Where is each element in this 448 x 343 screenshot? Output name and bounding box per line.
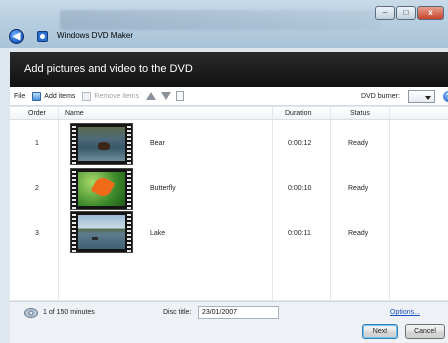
list-row[interactable]: 1 Bear 0:00:12 Ready (10, 122, 448, 167)
window-title: Windows DVD Maker (57, 31, 134, 40)
dvd-burner-select[interactable] (408, 90, 435, 103)
add-items-icon (32, 91, 42, 101)
bear-video-thumbnail (78, 127, 125, 161)
list-row[interactable]: 2 Butterfly 0:00:10 Ready (10, 167, 448, 212)
row-order: 3 (35, 230, 39, 237)
back-button[interactable]: ◀ (9, 29, 24, 44)
lake-video-thumbnail (78, 215, 125, 249)
disc-title-input[interactable] (198, 306, 279, 319)
row-name: Butterfly (150, 185, 176, 192)
row-duration: 0:00:11 (288, 230, 311, 237)
properties-icon[interactable] (176, 91, 185, 101)
add-items-button[interactable]: Add items (32, 91, 76, 101)
butterfly-video-thumbnail (78, 172, 125, 206)
row-order: 2 (35, 185, 39, 192)
video-thumbnail (70, 211, 133, 253)
page-title: Add pictures and video to the DVD (24, 63, 193, 75)
background-blur (60, 10, 380, 30)
media-list: Order Name Duration Status 1 Bear 0:00:1… (10, 107, 448, 300)
row-status: Ready (348, 185, 369, 192)
title-bar: ◀ Windows DVD Maker – □ x (0, 0, 448, 48)
list-row[interactable]: 3 Lake 0:00:11 Ready (10, 210, 448, 255)
remove-items-icon (82, 91, 92, 101)
video-thumbnail (70, 123, 133, 165)
row-name: Bear (150, 140, 165, 147)
column-order[interactable]: Order (28, 110, 46, 117)
help-icon[interactable]: ? (443, 91, 448, 102)
cancel-button[interactable]: Cancel (405, 324, 445, 339)
close-button[interactable]: x (417, 6, 444, 20)
footer: 1 of 150 minutes Disc title: Options... … (10, 301, 448, 343)
minimize-button[interactable]: – (375, 6, 395, 20)
row-status: Ready (348, 140, 369, 147)
file-menu[interactable]: File (14, 93, 25, 100)
video-thumbnail (70, 168, 133, 210)
dvd-maker-icon (37, 31, 48, 42)
window-controls: – □ x (375, 6, 444, 20)
maximize-button[interactable]: □ (396, 6, 416, 20)
remove-items-button[interactable]: Remove items (82, 91, 140, 101)
move-up-icon[interactable] (146, 92, 157, 100)
column-name[interactable]: Name (65, 110, 84, 117)
column-duration[interactable]: Duration (285, 110, 311, 117)
column-status[interactable]: Status (350, 110, 370, 117)
next-button[interactable]: Next (362, 324, 398, 339)
add-items-label: Add items (44, 92, 76, 100)
remove-items-label: Remove items (94, 92, 140, 100)
chevron-down-icon (425, 96, 431, 100)
options-link[interactable]: Options... (390, 309, 420, 316)
move-down-icon[interactable] (161, 92, 172, 100)
page-header: Add pictures and video to the DVD (10, 52, 448, 87)
dvd-burner-label: DVD burner: (361, 93, 400, 100)
disc-title-label: Disc title: (163, 309, 192, 316)
row-name: Lake (150, 230, 166, 237)
row-duration: 0:00:12 (288, 140, 312, 147)
list-header: Order Name Duration Status (10, 107, 448, 120)
row-order: 1 (35, 140, 39, 147)
disc-icon (24, 308, 38, 318)
row-status: Ready (348, 230, 369, 237)
row-duration: 0:00:10 (288, 185, 312, 192)
toolbar: File Add items Remove items DVD burner: … (10, 87, 448, 106)
minutes-used: 1 of 150 minutes (43, 309, 95, 316)
